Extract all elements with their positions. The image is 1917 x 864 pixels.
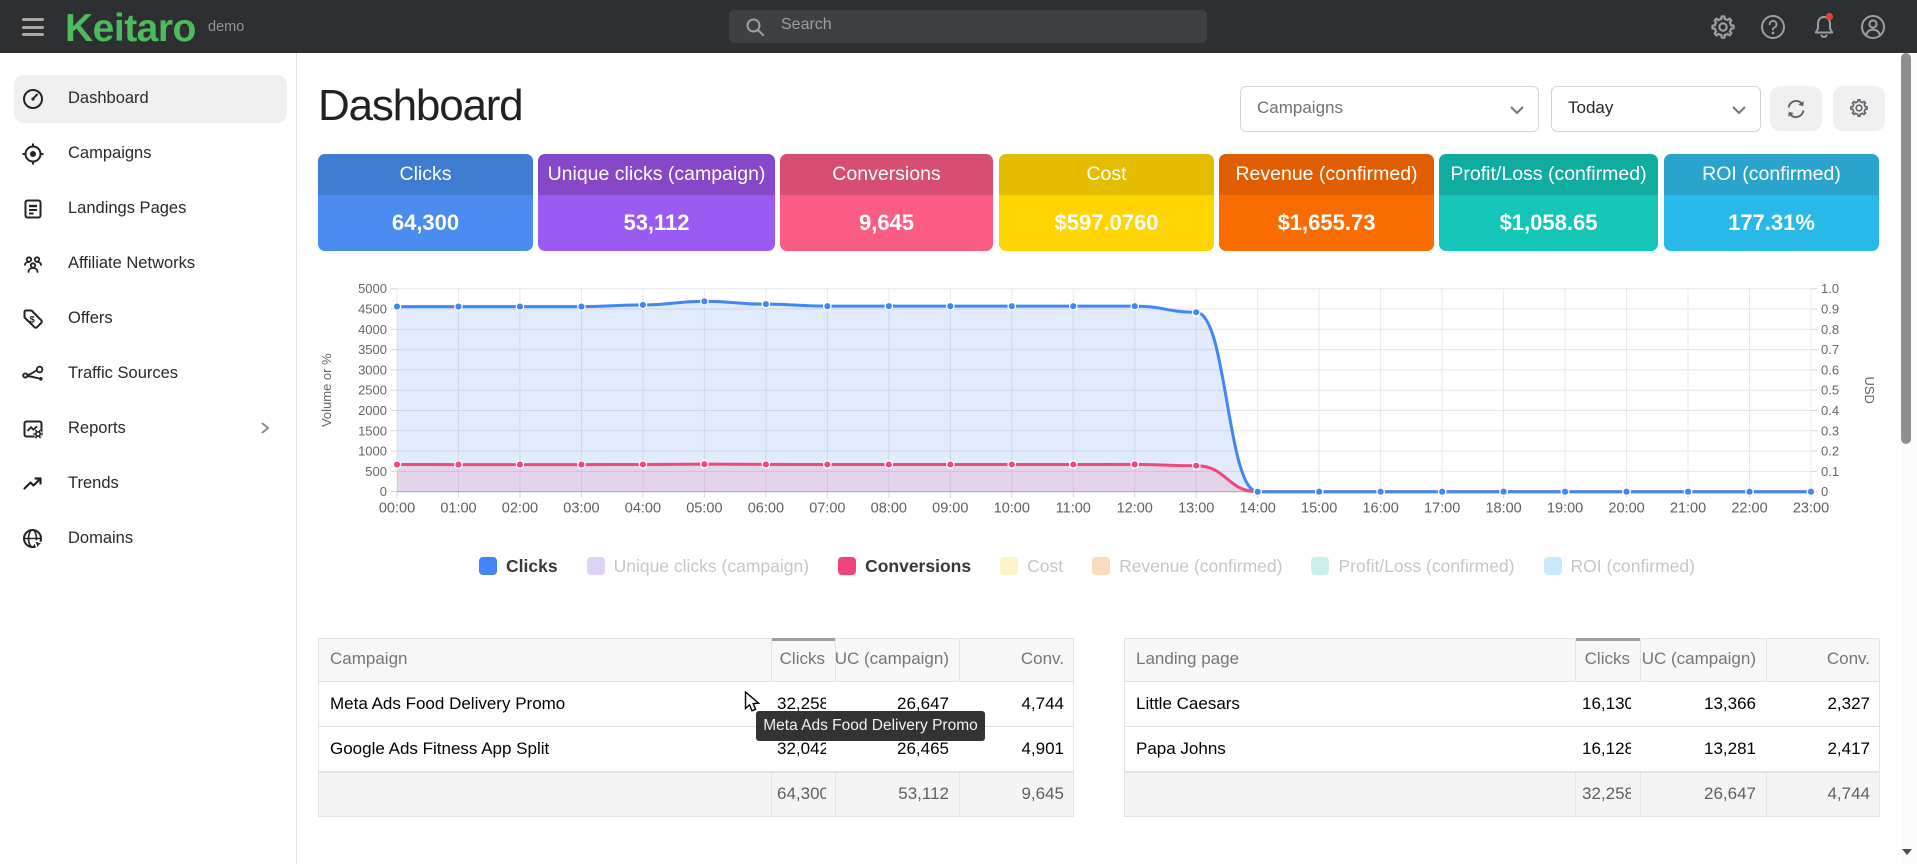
svg-text:1.0: 1.0: [1821, 281, 1839, 296]
svg-text:03:00: 03:00: [563, 501, 599, 517]
svg-text:15:00: 15:00: [1301, 501, 1337, 517]
svg-text:0.1: 0.1: [1821, 464, 1839, 479]
svg-text:500: 500: [365, 464, 387, 479]
svg-text:0.3: 0.3: [1821, 423, 1839, 438]
svg-text:0.9: 0.9: [1821, 302, 1839, 317]
svg-text:01:00: 01:00: [440, 501, 476, 517]
svg-text:2000: 2000: [358, 403, 387, 418]
svg-text:09:00: 09:00: [932, 501, 968, 517]
svg-text:13:00: 13:00: [1178, 501, 1214, 517]
svg-text:1000: 1000: [358, 444, 387, 459]
svg-text:14:00: 14:00: [1240, 501, 1276, 517]
svg-text:0.2: 0.2: [1821, 444, 1839, 459]
svg-text:4500: 4500: [358, 302, 387, 317]
svg-text:06:00: 06:00: [748, 501, 784, 517]
svg-text:22:00: 22:00: [1731, 501, 1767, 517]
svg-text:1500: 1500: [358, 423, 387, 438]
svg-text:10:00: 10:00: [994, 501, 1030, 517]
svg-text:3000: 3000: [358, 362, 387, 377]
svg-text:5000: 5000: [358, 281, 387, 296]
svg-text:0: 0: [1821, 484, 1828, 499]
svg-text:18:00: 18:00: [1485, 501, 1521, 517]
svg-text:$: $: [30, 315, 36, 326]
svg-text:USD: USD: [1862, 376, 1877, 403]
svg-text:0.5: 0.5: [1821, 383, 1839, 398]
svg-text:11:00: 11:00: [1056, 501, 1091, 517]
svg-text:05:00: 05:00: [686, 501, 722, 517]
svg-text:12:00: 12:00: [1117, 501, 1153, 517]
svg-text:07:00: 07:00: [809, 501, 845, 517]
svg-text:3500: 3500: [358, 342, 387, 357]
svg-text:0.4: 0.4: [1821, 403, 1839, 418]
svg-text:0: 0: [380, 484, 387, 499]
svg-text:0.7: 0.7: [1821, 342, 1839, 357]
svg-text:17:00: 17:00: [1424, 501, 1460, 517]
svg-text:0.8: 0.8: [1821, 322, 1839, 337]
svg-text:Volume or %: Volume or %: [319, 353, 334, 427]
svg-text:00:00: 00:00: [379, 501, 415, 517]
svg-text:20:00: 20:00: [1608, 501, 1644, 517]
svg-text:4000: 4000: [358, 322, 387, 337]
svg-text:16:00: 16:00: [1362, 501, 1398, 517]
svg-text:23:00: 23:00: [1793, 501, 1829, 517]
svg-text:21:00: 21:00: [1670, 501, 1706, 517]
svg-text:2500: 2500: [358, 383, 387, 398]
svg-text:02:00: 02:00: [502, 501, 538, 517]
svg-text:0.6: 0.6: [1821, 362, 1839, 377]
svg-text:08:00: 08:00: [871, 501, 907, 517]
svg-text:19:00: 19:00: [1547, 501, 1583, 517]
svg-text:04:00: 04:00: [625, 501, 661, 517]
